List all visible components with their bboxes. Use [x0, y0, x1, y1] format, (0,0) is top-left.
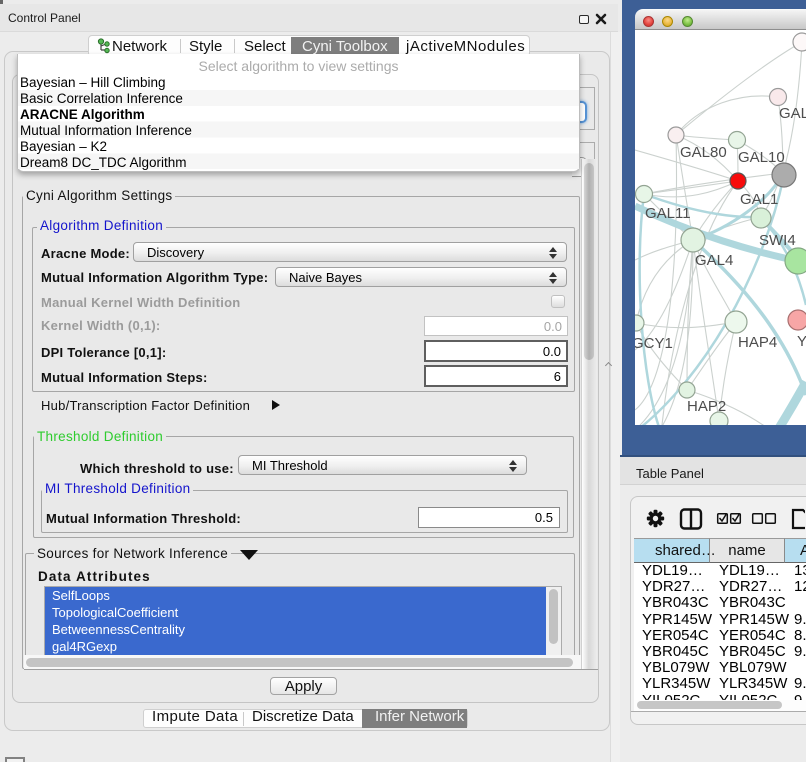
svg-text:HAP4: HAP4 [738, 334, 777, 351]
svg-text:GAL80: GAL80 [680, 144, 727, 161]
svg-text:GAL4: GAL4 [695, 252, 733, 269]
svg-text:HAP2: HAP2 [687, 398, 726, 415]
svg-text:GAL7: GAL7 [779, 105, 806, 122]
svg-text:GAL11: GAL11 [645, 205, 691, 222]
svg-text:GCY1: GCY1 [635, 335, 673, 352]
svg-text:SWI4: SWI4 [759, 232, 796, 249]
svg-text:GAL10: GAL10 [738, 149, 785, 166]
svg-text:YM: YM [797, 333, 806, 350]
svg-text:GAL1: GAL1 [740, 191, 778, 208]
